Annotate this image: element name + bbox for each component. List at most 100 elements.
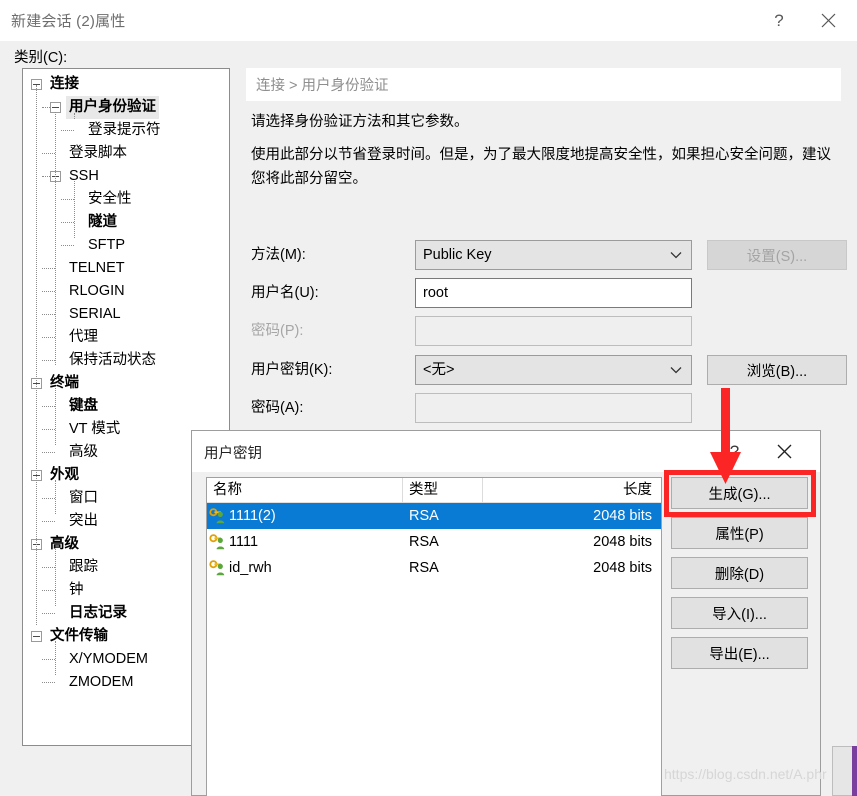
column-header[interactable]: 长度 xyxy=(483,478,661,503)
table-row[interactable]: 1111(2) RSA 2048 bits xyxy=(207,503,661,529)
tree-item-label: 登录提示符 xyxy=(88,122,161,138)
tree-item[interactable]: 用户身份验证 xyxy=(23,96,229,119)
title-bar: 新建会话 (2)属性 ? xyxy=(0,0,857,41)
username-label: 用户名(U): xyxy=(251,285,319,301)
tree-item-label: SERIAL xyxy=(69,306,121,322)
tree-item-label: TELNET xyxy=(69,260,125,276)
key-length-cell: 2048 bits xyxy=(593,560,652,576)
tree-connector xyxy=(61,130,74,131)
tree-item-label: 终端 xyxy=(50,375,79,391)
tree-connector xyxy=(36,85,37,625)
right-edge-strip xyxy=(852,746,857,796)
tree-item[interactable]: 隧道 xyxy=(23,211,229,234)
key-name-label: 1111(2) xyxy=(229,508,276,524)
help-icon[interactable]: ? xyxy=(712,431,757,472)
key-user-icon xyxy=(209,508,225,524)
method-label: 方法(M): xyxy=(251,247,306,263)
tree-connector xyxy=(42,498,55,499)
tree-item[interactable]: SSH xyxy=(23,165,229,188)
tree-connector xyxy=(74,181,75,238)
tree-connector xyxy=(61,199,74,200)
tree-connector xyxy=(61,245,74,246)
modal-button[interactable]: 删除(D) xyxy=(671,557,808,589)
tree-connector xyxy=(42,590,55,591)
column-header[interactable]: 类型 xyxy=(403,478,483,503)
tree-item-label: RLOGIN xyxy=(69,283,125,299)
userkey-browse-button[interactable]: 浏览(B)... xyxy=(707,355,847,385)
scrollbar-thumb[interactable] xyxy=(832,746,854,796)
table-row[interactable]: 1111 RSA 2048 bits xyxy=(207,529,661,555)
tree-item-label: 用户身份验证 xyxy=(66,96,159,119)
tree-item[interactable]: 终端 xyxy=(23,372,229,395)
tree-connector xyxy=(42,659,55,660)
category-label: 类别(C): xyxy=(14,50,68,66)
description-line-1: 请选择身份验证方法和其它参数。 xyxy=(251,114,469,130)
key-name-cell: 1111(2) xyxy=(207,508,403,524)
modal-button[interactable]: 导入(I)... xyxy=(671,597,808,629)
modal-button[interactable]: 生成(G)... xyxy=(671,477,808,509)
table-row[interactable]: id_rwh RSA 2048 bits xyxy=(207,555,661,581)
tree-item-label: 外观 xyxy=(50,467,79,483)
tree-connector xyxy=(42,429,55,430)
tree-connector xyxy=(42,613,55,614)
key-name-cell: id_rwh xyxy=(207,560,403,576)
username-row: 用户名(U): root xyxy=(251,278,851,308)
tree-connector xyxy=(55,480,56,514)
modal-title-bar: 用户密钥 ? xyxy=(192,431,820,472)
tree-connector xyxy=(42,360,55,361)
close-icon[interactable] xyxy=(805,0,851,41)
watermark: https://blog.csdn.net/A.phr xyxy=(664,766,827,782)
method-settings-button[interactable]: 设置(S)... xyxy=(707,240,847,270)
method-combobox[interactable]: Public Key xyxy=(415,240,692,270)
tree-connector xyxy=(42,337,55,338)
username-input[interactable]: root xyxy=(415,278,692,308)
tree-item[interactable]: SFTP xyxy=(23,234,229,257)
tree-item[interactable]: 连接 xyxy=(23,73,229,96)
keys-table-body[interactable]: 1111(2) RSA 2048 bits 1111 RSA 2048 bits id_… xyxy=(207,503,661,581)
method-row: 方法(M): Public Key 设置(S)... xyxy=(251,240,851,270)
key-user-icon xyxy=(209,560,225,576)
tree-item-label: X/YMODEM xyxy=(69,651,148,667)
tree-connector xyxy=(42,291,55,292)
modal-button-column: 生成(G)... 属性(P) 删除(D) 导入(I)... 导出(E)... xyxy=(671,477,808,677)
collapse-toggle-icon[interactable] xyxy=(31,631,42,642)
passphrase-label: 密码(A): xyxy=(251,400,304,416)
tree-connector xyxy=(74,113,75,119)
key-type-cell: RSA xyxy=(409,534,439,550)
tree-connector xyxy=(42,452,55,453)
tree-item-label: 连接 xyxy=(50,76,79,92)
tree-item-label: ZMODEM xyxy=(69,674,134,690)
key-type-cell: RSA xyxy=(409,560,439,576)
tree-connector xyxy=(42,268,55,269)
tree-item[interactable]: 安全性 xyxy=(23,188,229,211)
userkey-value: <无> xyxy=(423,362,455,378)
tree-item-label: 钟 xyxy=(69,582,84,598)
modal-title: 用户密钥 xyxy=(204,446,262,462)
tree-item-label: 高级 xyxy=(50,536,79,552)
password-input[interactable] xyxy=(415,316,692,346)
tree-item-label: 保持活动状态 xyxy=(69,352,156,368)
tree-item-label: 键盘 xyxy=(69,398,98,414)
method-value: Public Key xyxy=(423,247,492,263)
modal-button[interactable]: 属性(P) xyxy=(671,517,808,549)
help-icon[interactable]: ? xyxy=(756,0,802,41)
tree-connector xyxy=(42,406,55,407)
keys-table-header[interactable]: 名称 类型 长度 xyxy=(207,478,661,503)
modal-button[interactable]: 导出(E)... xyxy=(671,637,808,669)
screen: 新建会话 (2)属性 ? 类别(C): 连接 用户身份验证 登录提示符 登录脚本 SSH… xyxy=(0,0,857,796)
tree-item-label: SFTP xyxy=(88,237,126,253)
userkey-combobox[interactable]: <无> xyxy=(415,355,692,385)
tree-connector xyxy=(42,314,55,315)
passphrase-input[interactable] xyxy=(415,393,692,423)
close-icon[interactable] xyxy=(762,431,807,472)
tree-item-label: 跟踪 xyxy=(69,559,98,575)
keys-listbox[interactable]: 名称 类型 长度 1111(2) RSA 2048 bits 1111 RSA 2048 b… xyxy=(206,477,662,796)
tree-connector xyxy=(55,112,56,365)
key-name-cell: 1111 xyxy=(207,534,403,550)
chevron-down-icon xyxy=(670,356,682,384)
tree-connector xyxy=(42,176,50,177)
tree-connector xyxy=(42,153,55,154)
tree-connector xyxy=(42,682,55,683)
tree-item[interactable]: 登录提示符 xyxy=(23,119,229,142)
column-header[interactable]: 名称 xyxy=(207,478,403,503)
